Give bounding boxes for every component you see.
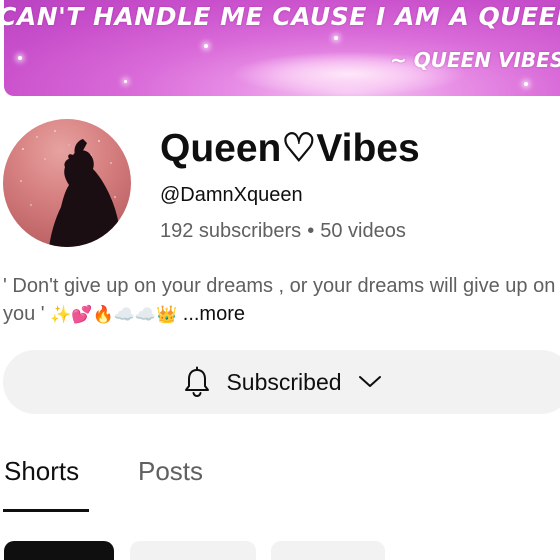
more-link[interactable]: ...more [183,303,245,325]
channel-handle: @DamnXqueen [160,184,303,206]
channel-banner: CAN'T HANDLE ME CAUSE I AM A QUEEN ~ QUE… [4,0,560,96]
chevron-down-icon [358,376,381,387]
active-tab-indicator [3,509,89,512]
description-line: you ' ✨💕🔥☁️☁️👑 ...more [3,300,560,329]
channel-avatar[interactable] [3,119,131,247]
channel-stats: 192 subscribers • 50 videos [160,220,406,243]
avatar-silhouette [20,130,121,247]
tab-shorts[interactable]: Shorts [4,456,79,487]
tab-posts[interactable]: Posts [138,456,203,487]
subscribed-label: Subscribed [226,368,342,395]
banner-sparkle [124,80,127,83]
subscriber-count: 192 subscribers [160,220,302,242]
banner-sparkle [524,82,528,86]
channel-description[interactable]: ' Don't give up on your dreams , or your… [3,272,560,329]
filter-chip[interactable] [4,541,114,560]
banner-sparkle [334,36,338,40]
stats-separator: • [307,220,315,242]
subscribed-button[interactable]: Subscribed [3,350,560,414]
banner-subtext: ~ QUEEN VIBES [390,48,560,72]
channel-tabs: Shorts Posts [0,454,560,514]
bell-icon [185,366,210,398]
description-text: you ' [3,303,45,325]
channel-name: Queen♡Vibes [160,127,420,170]
description-line: ' Don't give up on your dreams , or your… [3,275,556,297]
filter-chip[interactable] [130,541,256,560]
description-emojis: ✨💕🔥☁️☁️👑 [50,305,178,325]
banner-text: CAN'T HANDLE ME CAUSE I AM A QUEEN [4,2,560,31]
banner-sparkle [204,44,208,48]
video-count: 50 videos [320,220,406,242]
banner-sparkle [18,56,22,60]
filter-chip[interactable] [271,541,385,560]
